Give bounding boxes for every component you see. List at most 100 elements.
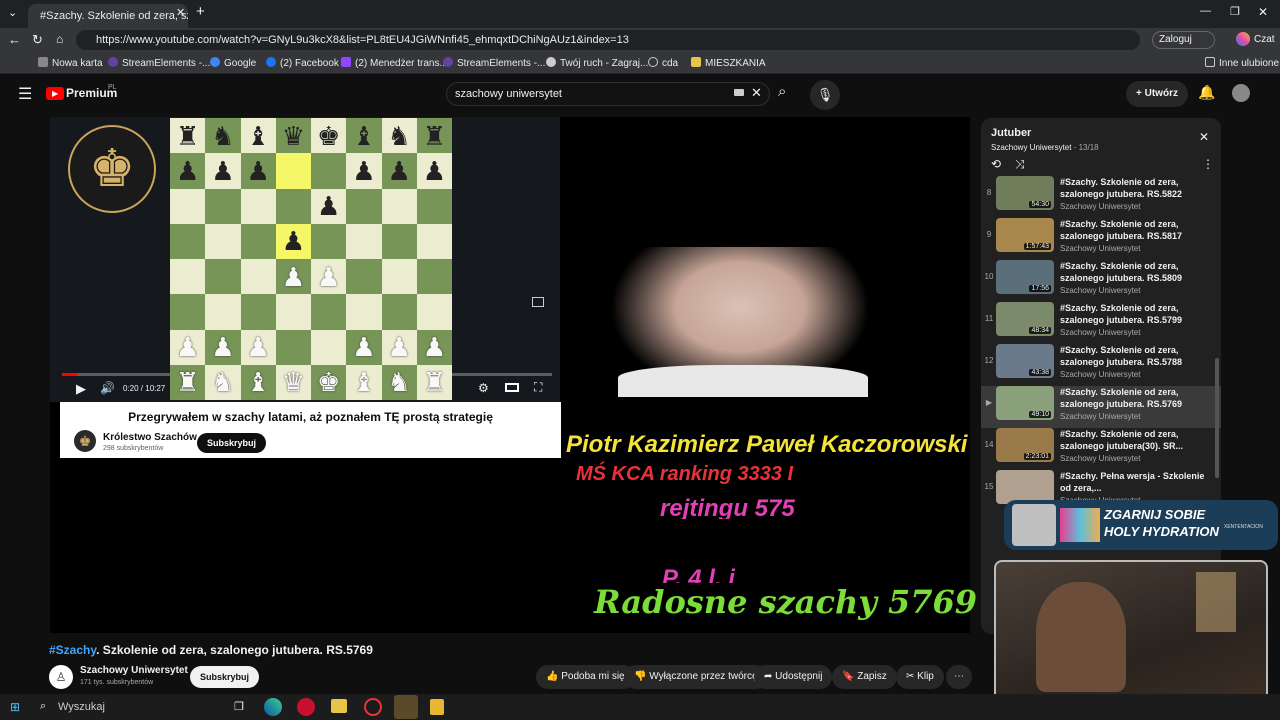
bookmark-item[interactable]: (2) Menedżer trans... bbox=[341, 57, 448, 69]
browser-tab[interactable]: #Szachy. Szkolenie od zera, sz bbox=[28, 4, 188, 28]
theater-mode-icon[interactable] bbox=[505, 383, 519, 392]
card-avatar[interactable]: ♚ bbox=[74, 430, 96, 452]
card-subscribe-button[interactable]: Subskrybuj bbox=[197, 433, 267, 453]
create-button[interactable]: + Utwórz bbox=[1126, 81, 1188, 107]
playlist-item[interactable]: 9 1:57:43 #Szachy. Szkolenie od zera, szal… bbox=[981, 218, 1221, 260]
channel-card[interactable]: Przegrywałem w szachy latami, aż poznałe… bbox=[60, 402, 561, 458]
playlist-item[interactable]: ▶ 49:10 #Szachy. Szkolenie od zera, szalon… bbox=[981, 386, 1221, 428]
bookmark-item[interactable]: (2) Facebook bbox=[266, 57, 339, 69]
playlist-item[interactable]: 11 48:34 #Szachy. Szkolenie od zera, szalo… bbox=[981, 302, 1221, 344]
more-actions-button[interactable]: ⋯ bbox=[946, 665, 972, 689]
playlist-thumbnail[interactable]: 2:23:01 bbox=[996, 428, 1054, 462]
restore-icon[interactable]: ❐ bbox=[1230, 5, 1240, 18]
playlist-item-title[interactable]: #Szachy. Szkolenie od zera, szalonego ju… bbox=[1060, 176, 1210, 200]
pip-icon[interactable] bbox=[532, 297, 544, 307]
app-icon[interactable] bbox=[364, 698, 382, 716]
playlist-item[interactable]: 10 17:56 #Szachy. Szkolenie od zera, szalo… bbox=[981, 260, 1221, 302]
keyboard-icon[interactable] bbox=[734, 89, 744, 96]
copilot-label[interactable]: Czat bbox=[1254, 34, 1275, 45]
playlist-channel[interactable]: Szachowy Uniwersytet bbox=[991, 143, 1071, 152]
playlist-thumbnail[interactable] bbox=[996, 470, 1054, 504]
bookmark-item[interactable]: Nowa karta bbox=[38, 57, 103, 69]
opera-icon[interactable] bbox=[297, 698, 315, 716]
ad-banner[interactable]: ZGARNIJ SOBIE HOLY HYDRATION XENTENTACIO… bbox=[1004, 500, 1278, 550]
edge-icon[interactable] bbox=[264, 698, 282, 716]
playlist-item-title[interactable]: #Szachy. Pełna wersja - Szkolenie od zer… bbox=[1060, 470, 1210, 494]
settings-icon[interactable]: ⚙ bbox=[478, 381, 489, 395]
play-icon[interactable]: ▶ bbox=[76, 381, 86, 397]
notifications-icon[interactable]: 🔔 bbox=[1198, 84, 1215, 101]
close-tab-icon[interactable]: ✕ bbox=[176, 6, 185, 19]
playlist-thumbnail[interactable]: 48:34 bbox=[996, 302, 1054, 336]
bookmark-item[interactable]: Google bbox=[210, 57, 256, 69]
more-options-icon[interactable]: ⋮ bbox=[1202, 157, 1214, 171]
playlist-thumbnail[interactable]: 17:56 bbox=[996, 260, 1054, 294]
share-button[interactable]: ➦ Udostępnij bbox=[754, 665, 833, 689]
playlist-item-duration: 17:56 bbox=[1029, 285, 1051, 292]
tab-list-icon[interactable]: ⌄ bbox=[8, 6, 17, 19]
back-icon[interactable]: ← bbox=[8, 32, 21, 47]
other-bookmarks[interactable]: Inne ulubione bbox=[1205, 57, 1279, 69]
board-square: ♞ bbox=[381, 364, 417, 400]
playlist-thumbnail[interactable]: 43:38 bbox=[996, 344, 1054, 378]
card-channel[interactable]: Królestwo Szachów bbox=[103, 432, 197, 443]
bookmark-item[interactable]: Twój ruch - Zagraj... bbox=[546, 57, 648, 69]
playlist-thumbnail[interactable]: 1:57:43 bbox=[996, 218, 1054, 252]
avatar[interactable] bbox=[1232, 84, 1250, 102]
bookmark-item[interactable]: MIESZKANIA bbox=[691, 57, 766, 69]
bookmark-item[interactable]: StreamElements -... bbox=[108, 57, 210, 69]
loop-icon[interactable]: ⟲ bbox=[991, 157, 1001, 171]
playlist-item[interactable]: 8 54:30 #Szachy. Szkolenie od zera, szalon… bbox=[981, 176, 1221, 218]
fullscreen-icon[interactable]: ⛶ bbox=[534, 380, 542, 395]
taskbar-search-icon[interactable]: ⌕ bbox=[40, 700, 46, 713]
minimize-icon[interactable]: — bbox=[1200, 5, 1211, 17]
search-icon[interactable]: ⌕ bbox=[778, 83, 786, 100]
playlist-item[interactable]: 12 43:38 #Szachy. Szkolenie od zera, szalo… bbox=[981, 344, 1221, 386]
like-button[interactable]: 👍 Podoba mi się bbox=[536, 665, 635, 689]
playlist-thumbnail[interactable]: 49:10 bbox=[996, 386, 1054, 420]
playlist-item[interactable]: 14 2:23:01 #Szachy. Szkolenie od zera, sza… bbox=[981, 428, 1221, 470]
playlist-item-title[interactable]: #Szachy. Szkolenie od zera, szalonego ju… bbox=[1060, 302, 1210, 326]
playlist-item-title[interactable]: #Szachy. Szkolenie od zera, szalonego ju… bbox=[1060, 344, 1210, 368]
security-icon[interactable] bbox=[430, 699, 444, 715]
volume-icon[interactable]: 🔊 bbox=[100, 381, 115, 395]
white-piece-icon: ♝ bbox=[352, 367, 376, 398]
address-bar[interactable]: https://www.youtube.com/watch?v=GNyL9u3k… bbox=[76, 30, 1140, 50]
new-tab-icon[interactable]: + bbox=[196, 3, 205, 20]
reload-icon[interactable]: ↻ bbox=[32, 32, 43, 48]
playlist-item-title[interactable]: #Szachy. Szkolenie od zera, szalonego ju… bbox=[1060, 428, 1210, 452]
close-window-icon[interactable]: ✕ bbox=[1258, 5, 1268, 19]
microphone-icon[interactable]: 🎙 bbox=[810, 80, 840, 110]
playlist-item-title[interactable]: #Szachy. Szkolenie od zera, szalonego ju… bbox=[1060, 218, 1210, 242]
task-view-icon[interactable]: ❐ bbox=[234, 700, 244, 713]
login-button[interactable]: Zaloguj bbox=[1152, 31, 1215, 49]
subscribe-button[interactable]: Subskrybuj bbox=[190, 666, 260, 688]
product-art bbox=[1060, 508, 1100, 542]
taskbar-search[interactable]: Wyszukaj bbox=[58, 701, 105, 713]
channel-name[interactable]: Szachowy Uniwersytet bbox=[80, 665, 188, 676]
playlist-thumbnail[interactable]: 54:30 bbox=[996, 176, 1054, 210]
clip-button[interactable]: ✂ Klip bbox=[896, 665, 944, 689]
hashtag-link[interactable]: #Szachy bbox=[49, 643, 96, 657]
board-square: ♟ bbox=[346, 329, 382, 365]
copilot-icon[interactable] bbox=[1236, 32, 1250, 46]
channel-avatar[interactable]: ♙ bbox=[49, 665, 73, 689]
home-icon[interactable]: ⌂ bbox=[56, 32, 63, 46]
menu-icon[interactable]: ☰ bbox=[18, 84, 32, 104]
bookmark-item[interactable]: StreamElements -... bbox=[443, 57, 545, 69]
dislike-button[interactable]: 👎 Wyłączone przez twórcę bbox=[624, 665, 768, 689]
search-input[interactable]: szachowy uniwersytet bbox=[446, 82, 770, 106]
bookmark-item[interactable]: cda bbox=[648, 57, 678, 69]
save-button[interactable]: 🔖 Zapisz bbox=[832, 665, 897, 689]
clear-search-icon[interactable]: ✕ bbox=[751, 85, 762, 101]
playlist-item-title[interactable]: #Szachy. Szkolenie od zera, szalonego ju… bbox=[1060, 386, 1210, 410]
obs-icon[interactable] bbox=[394, 695, 418, 719]
windows-start-icon[interactable]: ⊞ bbox=[10, 700, 20, 714]
board-square bbox=[381, 188, 417, 224]
file-explorer-icon[interactable] bbox=[331, 699, 347, 713]
playlist-item-title[interactable]: #Szachy. Szkolenie od zera, szalonego ju… bbox=[1060, 260, 1210, 284]
plus-icon: + bbox=[1136, 88, 1145, 99]
close-playlist-icon[interactable]: ✕ bbox=[1199, 130, 1209, 144]
shuffle-icon[interactable]: ⤨ bbox=[1015, 157, 1025, 172]
playlist-scrollbar[interactable] bbox=[1215, 358, 1219, 478]
